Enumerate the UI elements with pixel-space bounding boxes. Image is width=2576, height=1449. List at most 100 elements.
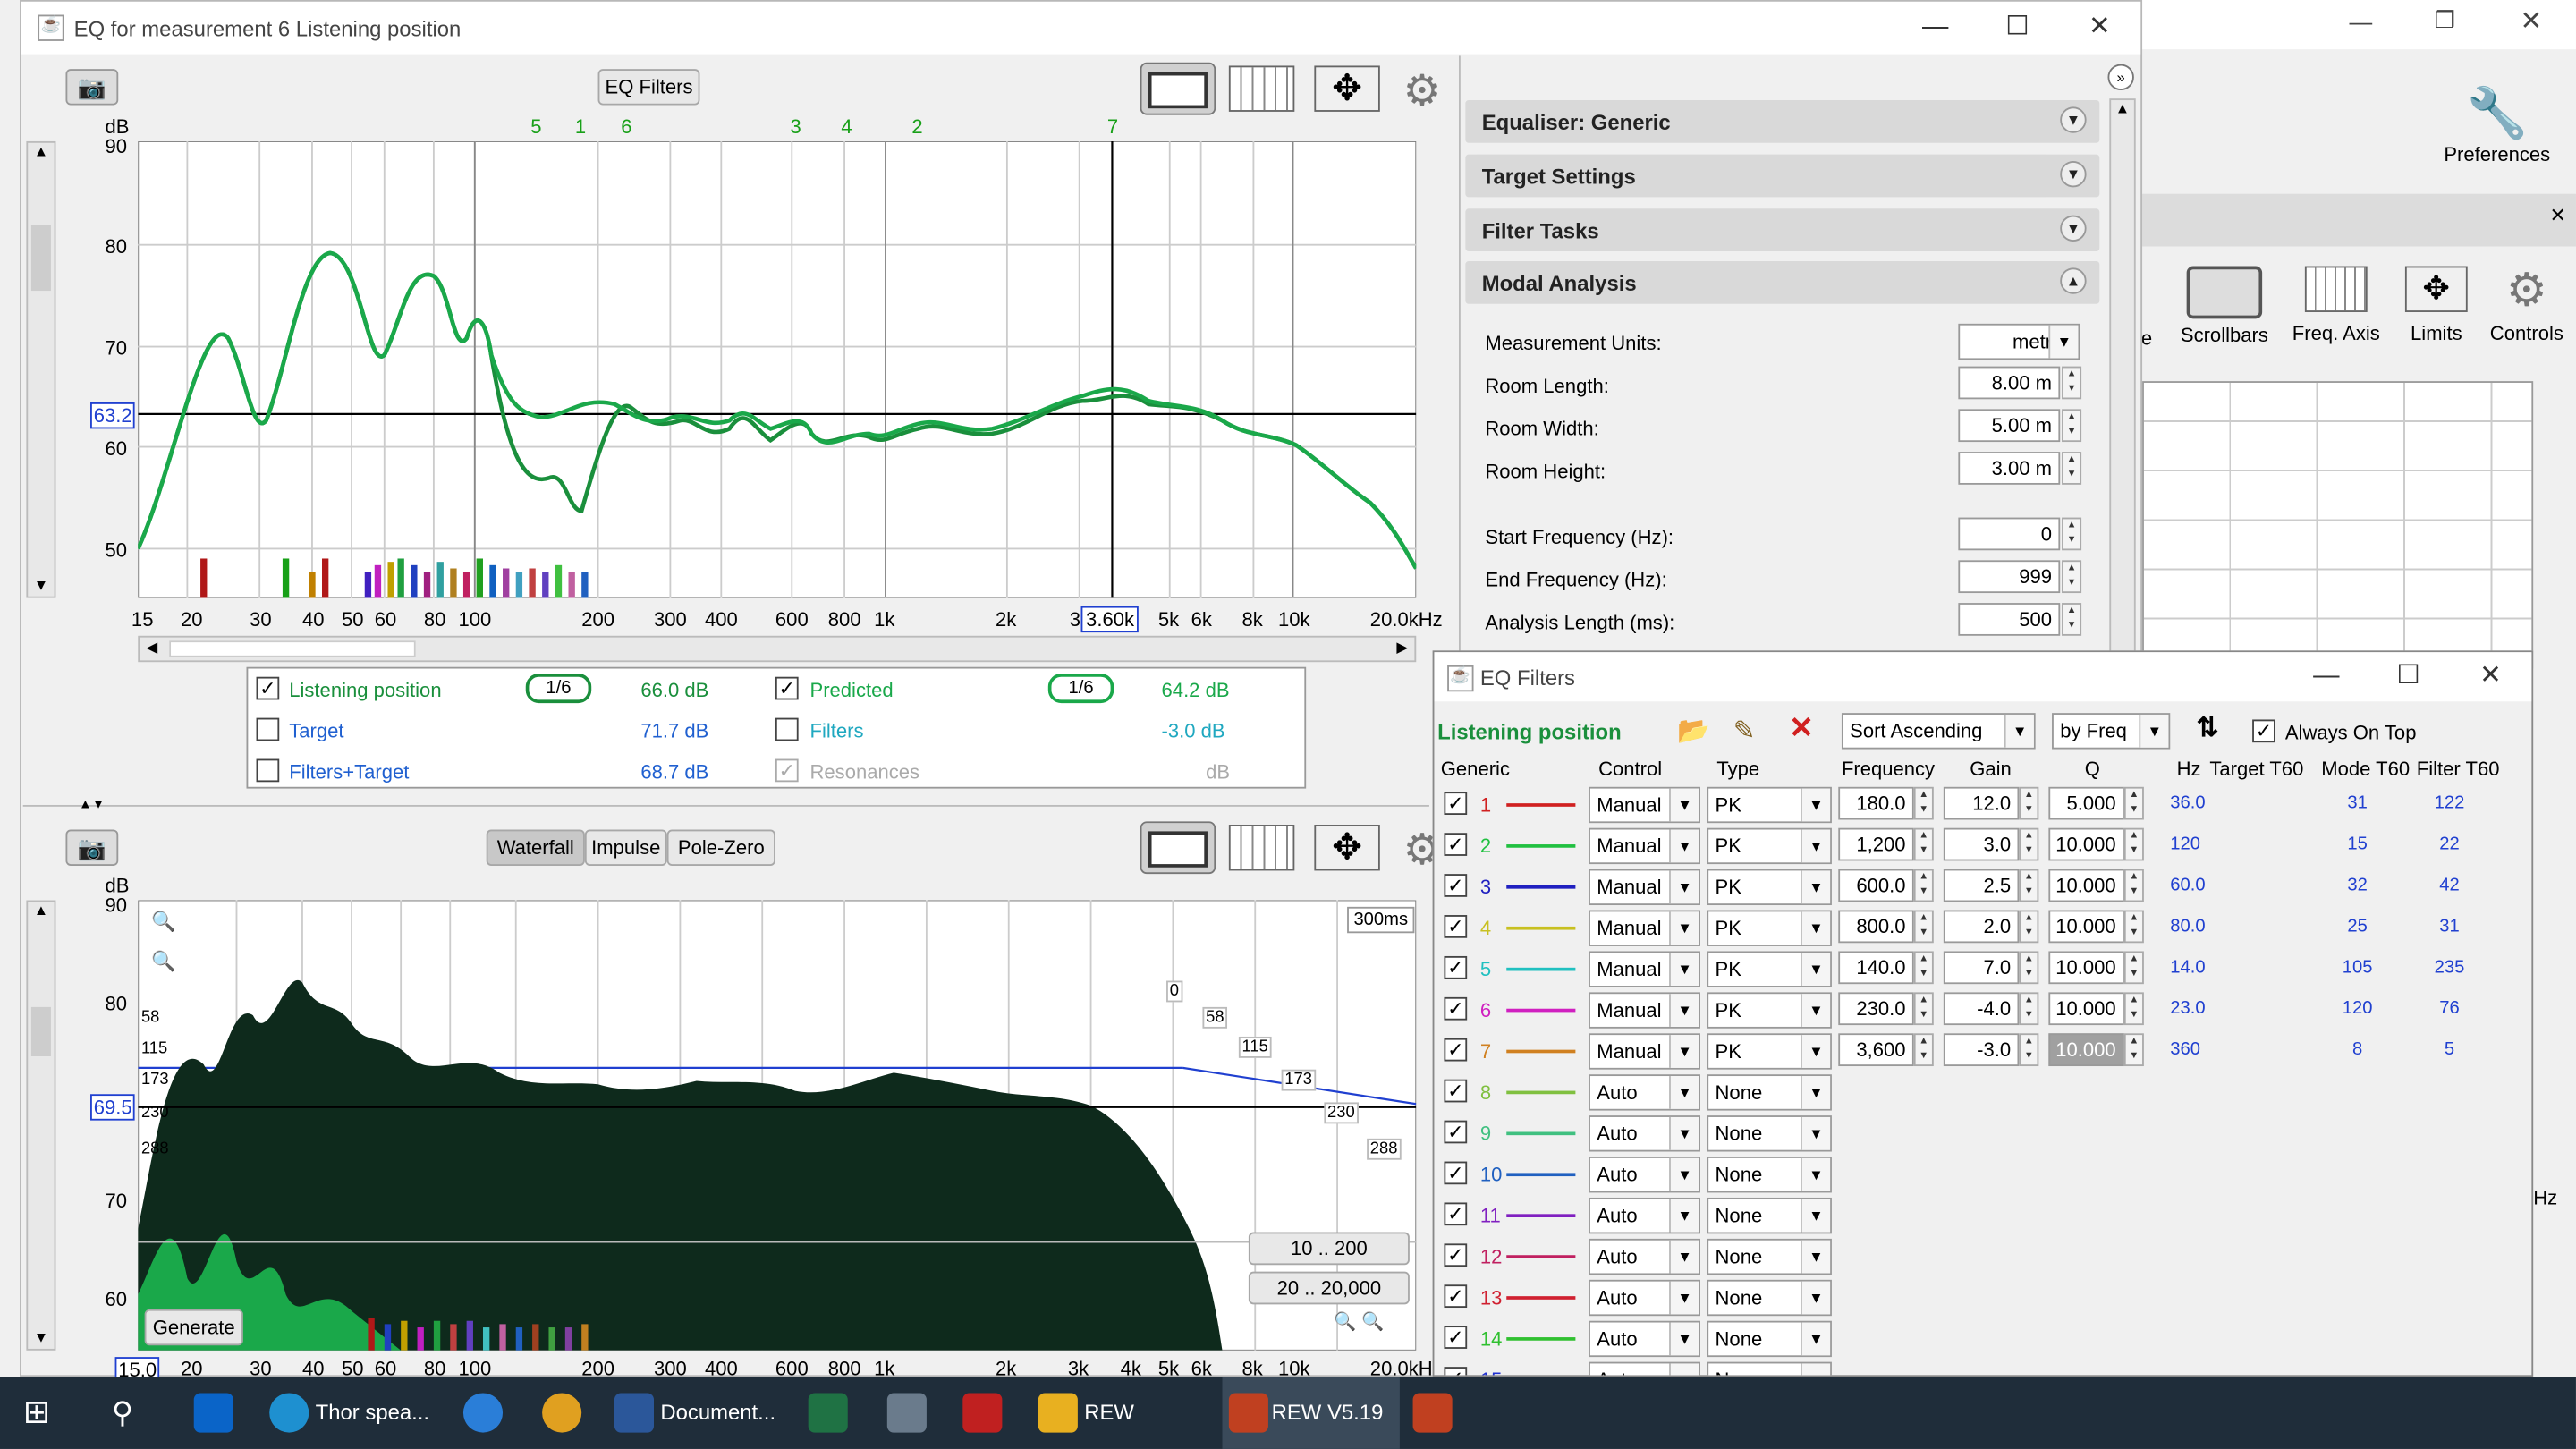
swap-order-icon[interactable]: ⇅ <box>2197 711 2219 744</box>
section-target-settings[interactable]: Target Settings ▼ <box>1465 154 2100 198</box>
filter-enabled-checkbox[interactable]: ✓ <box>1444 955 1468 979</box>
controls-gear-top[interactable]: ⚙ <box>1403 65 1442 116</box>
top-vertical-scrollbar[interactable]: ▲ ▼ <box>26 140 56 598</box>
taskbar-item-rew[interactable]: REW <box>1084 1377 1134 1449</box>
filter-frequency-field[interactable]: 230.0 <box>1838 992 1914 1026</box>
filter-q-spinner[interactable]: ▲ ▼ <box>2123 1033 2144 1067</box>
filter-control-select[interactable]: Auto▼ <box>1589 1361 1700 1376</box>
sort-by-select[interactable]: by Freq ▼ <box>2052 713 2171 750</box>
filter-type-select[interactable]: None▼ <box>1707 1115 1832 1152</box>
filter-type-select[interactable]: PK ▼ <box>1707 827 1832 865</box>
tab-impulse[interactable]: Impulse <box>584 829 667 866</box>
filter-enabled-checkbox[interactable]: ✓ <box>1444 833 1468 856</box>
filter-control-select[interactable]: Auto▼ <box>1589 1197 1700 1234</box>
camera-button-top[interactable]: 📷 <box>65 69 119 106</box>
filter-q-field[interactable]: 10.000 <box>2048 827 2124 861</box>
limits-toggle-bottom[interactable]: ✥ <box>1314 825 1380 871</box>
filter-frequency-field[interactable]: 600.0 <box>1838 869 1914 902</box>
filter-frequency-spinner[interactable]: ▲ ▼ <box>1913 827 1934 861</box>
top-graph-svg[interactable] <box>138 140 1417 598</box>
close-panel-icon[interactable]: ✕ <box>2550 204 2566 227</box>
filter-type-select[interactable]: PK ▼ <box>1707 869 1832 906</box>
filter-enabled-checkbox[interactable]: ✓ <box>1444 996 1468 1021</box>
scrollbars-toggle-bottom[interactable] <box>1140 821 1216 875</box>
java-icon[interactable] <box>1412 1393 1453 1433</box>
filter-gain-field[interactable]: 2.5 <box>1943 869 2020 902</box>
maximize-button[interactable]: ☐ <box>1979 2 2055 55</box>
filter-type-select[interactable]: None▼ <box>1707 1197 1832 1234</box>
filter-gain-field[interactable]: -3.0 <box>1943 1033 2020 1067</box>
minimize-button-bg[interactable]: — <box>2349 8 2372 34</box>
section-equaliser[interactable]: Equaliser: Generic ▼ <box>1465 100 2100 143</box>
start-frequency-spinner[interactable]: ▲ ▼ <box>2062 517 2082 551</box>
section-filter-tasks[interactable]: Filter Tasks ▼ <box>1465 208 2100 252</box>
acrobat-icon[interactable] <box>962 1393 1003 1433</box>
taskbar-item-word[interactable]: Document... <box>660 1377 775 1449</box>
filter-frequency-spinner[interactable]: ▲ ▼ <box>1913 910 1934 944</box>
filter-gain-field[interactable]: -4.0 <box>1943 992 2020 1026</box>
sort-order-select[interactable]: Sort Ascending ▼ <box>1841 713 2036 750</box>
filter-gain-spinner[interactable]: ▲ ▼ <box>2019 786 2039 820</box>
collapse-panel-icon[interactable]: » <box>2107 64 2134 91</box>
filter-type-select[interactable]: None▼ <box>1707 1320 1832 1358</box>
section-modal-analysis[interactable]: Modal Analysis ▲ <box>1465 261 2100 304</box>
eq-filters-button[interactable]: EQ Filters <box>597 69 700 106</box>
filter-frequency-field[interactable]: 1,200 <box>1838 827 1914 861</box>
legend-checkbox-filters-target[interactable] <box>256 758 280 783</box>
filter-control-select[interactable]: Auto▼ <box>1589 1238 1700 1275</box>
legend-checkbox-resonances[interactable]: ✓ <box>775 758 799 783</box>
filter-q-field[interactable]: 10.000 <box>2048 1033 2124 1067</box>
filter-type-select[interactable]: None▼ <box>1707 1238 1832 1275</box>
minimize-button[interactable]: — <box>1897 2 1972 55</box>
legend-checkbox-predicted[interactable]: ✓ <box>775 676 799 700</box>
close-button[interactable]: ✕ <box>2062 2 2137 55</box>
room-width-spinner[interactable]: ▲ ▼ <box>2062 409 2082 443</box>
filter-gain-field[interactable]: 12.0 <box>1943 786 2020 820</box>
ie-icon[interactable] <box>462 1393 504 1433</box>
filter-q-spinner[interactable]: ▲ ▼ <box>2123 869 2144 902</box>
chrome-icon[interactable] <box>542 1393 582 1433</box>
controls-button[interactable]: ⚙ Controls <box>2484 266 2570 345</box>
filter-type-select[interactable]: None▼ <box>1707 1361 1832 1376</box>
restore-button-bg[interactable]: ❐ <box>2435 6 2455 34</box>
filter-enabled-checkbox[interactable]: ✓ <box>1444 1202 1468 1226</box>
zoom-corner-icon[interactable]: 🔍 🔍 <box>1334 1311 1384 1333</box>
range-10-200-button[interactable]: 10 .. 200 <box>1248 1232 1410 1266</box>
analysis-length-spinner[interactable]: ▲ ▼ <box>2062 603 2082 636</box>
filter-control-select[interactable]: Auto▼ <box>1589 1279 1700 1317</box>
filter-enabled-checkbox[interactable]: ✓ <box>1444 1161 1468 1185</box>
legend-checkbox-listening[interactable]: ✓ <box>256 676 280 700</box>
filter-enabled-checkbox[interactable]: ✓ <box>1444 1243 1468 1267</box>
freq-axis-toggle-bottom[interactable] <box>1228 825 1295 871</box>
filter-frequency-field[interactable]: 180.0 <box>1838 786 1914 820</box>
smoothing-badge-predicted[interactable]: 1/6 <box>1047 674 1114 704</box>
filter-frequency-spinner[interactable]: ▲ ▼ <box>1913 869 1934 902</box>
tab-waterfall[interactable]: Waterfall <box>486 829 585 866</box>
room-height-field[interactable]: 3.00 m <box>1958 452 2061 485</box>
filter-type-select[interactable]: PK ▼ <box>1707 786 1832 824</box>
end-frequency-spinner[interactable]: ▲ ▼ <box>2062 560 2082 594</box>
close-button-bg[interactable]: ✕ <box>2520 5 2542 38</box>
filter-enabled-checkbox[interactable]: ✓ <box>1444 1079 1468 1103</box>
filter-control-select[interactable]: Manual ▼ <box>1589 951 1700 987</box>
edit-icon[interactable]: ✎ <box>1733 715 1756 748</box>
preferences-button[interactable]: 🔧 Preferences <box>2431 86 2563 165</box>
filter-gain-spinner[interactable]: ▲ ▼ <box>2019 992 2039 1026</box>
calculator-icon[interactable] <box>886 1393 927 1433</box>
room-height-spinner[interactable]: ▲ ▼ <box>2062 452 2082 485</box>
end-frequency-field[interactable]: 999 <box>1958 560 2061 594</box>
room-width-field[interactable]: 5.00 m <box>1958 409 2061 443</box>
filter-q-spinner[interactable]: ▲ ▼ <box>2123 992 2144 1026</box>
filter-type-select[interactable]: None▼ <box>1707 1074 1832 1111</box>
camera-button-bottom[interactable]: 📷 <box>65 829 119 866</box>
filter-control-select[interactable]: Auto▼ <box>1589 1157 1700 1193</box>
filter-control-select[interactable]: Auto▼ <box>1589 1115 1700 1152</box>
filter-gain-spinner[interactable]: ▲ ▼ <box>2019 910 2039 944</box>
scrollbars-button[interactable]: Scrollbars <box>2178 266 2270 347</box>
filter-enabled-checkbox[interactable]: ✓ <box>1444 874 1468 897</box>
filter-q-spinner[interactable]: ▲ ▼ <box>2123 951 2144 985</box>
filter-control-select[interactable]: Manual ▼ <box>1589 1033 1700 1070</box>
side-scrollbar[interactable]: ▲ <box>2109 98 2136 657</box>
legend-checkbox-filters[interactable] <box>775 717 799 741</box>
smoothing-badge-listening[interactable]: 1/6 <box>525 674 592 704</box>
